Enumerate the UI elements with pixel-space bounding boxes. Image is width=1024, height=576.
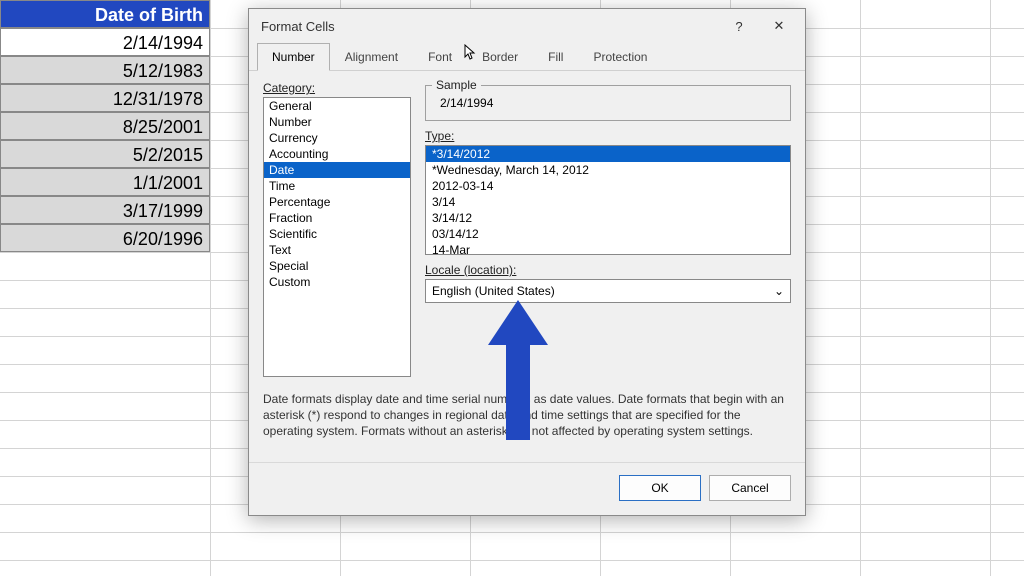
type-item[interactable]: *Wednesday, March 14, 2012	[426, 162, 790, 178]
close-button[interactable]: ✕	[759, 12, 799, 40]
tab-protection[interactable]: Protection	[578, 43, 662, 71]
type-item[interactable]: 14-Mar	[426, 242, 790, 255]
tab-fill[interactable]: Fill	[533, 43, 578, 71]
dialog-tabs: NumberAlignmentFontBorderFillProtection	[249, 43, 805, 71]
category-item-special[interactable]: Special	[264, 258, 410, 274]
type-item[interactable]: 3/14/12	[426, 210, 790, 226]
date-cell[interactable]: 6/20/1996	[0, 224, 210, 252]
sample-box: Sample 2/14/1994	[425, 85, 791, 121]
date-cell[interactable]: 1/1/2001	[0, 168, 210, 196]
tab-alignment[interactable]: Alignment	[330, 43, 413, 71]
category-item-text[interactable]: Text	[264, 242, 410, 258]
category-item-fraction[interactable]: Fraction	[264, 210, 410, 226]
category-list[interactable]: GeneralNumberCurrencyAccountingDateTimeP…	[263, 97, 411, 377]
category-item-number[interactable]: Number	[264, 114, 410, 130]
help-button[interactable]: ?	[719, 12, 759, 40]
type-item[interactable]: 2012-03-14	[426, 178, 790, 194]
category-item-custom[interactable]: Custom	[264, 274, 410, 290]
date-cell[interactable]: 12/31/1978	[0, 84, 210, 112]
type-item[interactable]: 3/14	[426, 194, 790, 210]
category-item-date[interactable]: Date	[264, 162, 410, 178]
column-header-date-of-birth[interactable]: Date of Birth	[0, 0, 210, 28]
tab-font[interactable]: Font	[413, 43, 467, 71]
category-item-time[interactable]: Time	[264, 178, 410, 194]
type-label: Type:	[425, 129, 791, 143]
category-item-currency[interactable]: Currency	[264, 130, 410, 146]
sample-label: Sample	[432, 78, 481, 92]
mouse-cursor-icon	[464, 44, 478, 63]
format-description: Date formats display date and time seria…	[263, 391, 791, 440]
date-cell[interactable]: 3/17/1999	[0, 196, 210, 224]
locale-label: Locale (location):	[425, 263, 791, 277]
chevron-down-icon: ⌄	[774, 284, 784, 298]
type-item[interactable]: 03/14/12	[426, 226, 790, 242]
locale-select[interactable]: English (United States) ⌄	[425, 279, 791, 303]
dialog-buttons: OK Cancel	[249, 462, 805, 515]
cancel-button[interactable]: Cancel	[709, 475, 791, 501]
ok-button[interactable]: OK	[619, 475, 701, 501]
dialog-titlebar[interactable]: Format Cells ? ✕	[249, 9, 805, 43]
category-item-scientific[interactable]: Scientific	[264, 226, 410, 242]
dialog-title: Format Cells	[261, 19, 719, 34]
locale-value: English (United States)	[432, 284, 555, 298]
date-cell[interactable]: 5/2/2015	[0, 140, 210, 168]
date-cell[interactable]: 8/25/2001	[0, 112, 210, 140]
category-item-general[interactable]: General	[264, 98, 410, 114]
close-icon: ✕	[774, 18, 785, 34]
tab-number[interactable]: Number	[257, 43, 330, 71]
type-list[interactable]: *3/14/2012*Wednesday, March 14, 20122012…	[425, 145, 791, 255]
date-cell[interactable]: 5/12/1983	[0, 56, 210, 84]
type-item[interactable]: *3/14/2012	[426, 146, 790, 162]
category-item-accounting[interactable]: Accounting	[264, 146, 410, 162]
category-label: Category:	[263, 81, 411, 95]
format-cells-dialog: Format Cells ? ✕ NumberAlignmentFontBord…	[248, 8, 806, 516]
sample-value: 2/14/1994	[436, 96, 780, 110]
date-cell[interactable]: 2/14/1994	[0, 28, 210, 56]
category-item-percentage[interactable]: Percentage	[264, 194, 410, 210]
